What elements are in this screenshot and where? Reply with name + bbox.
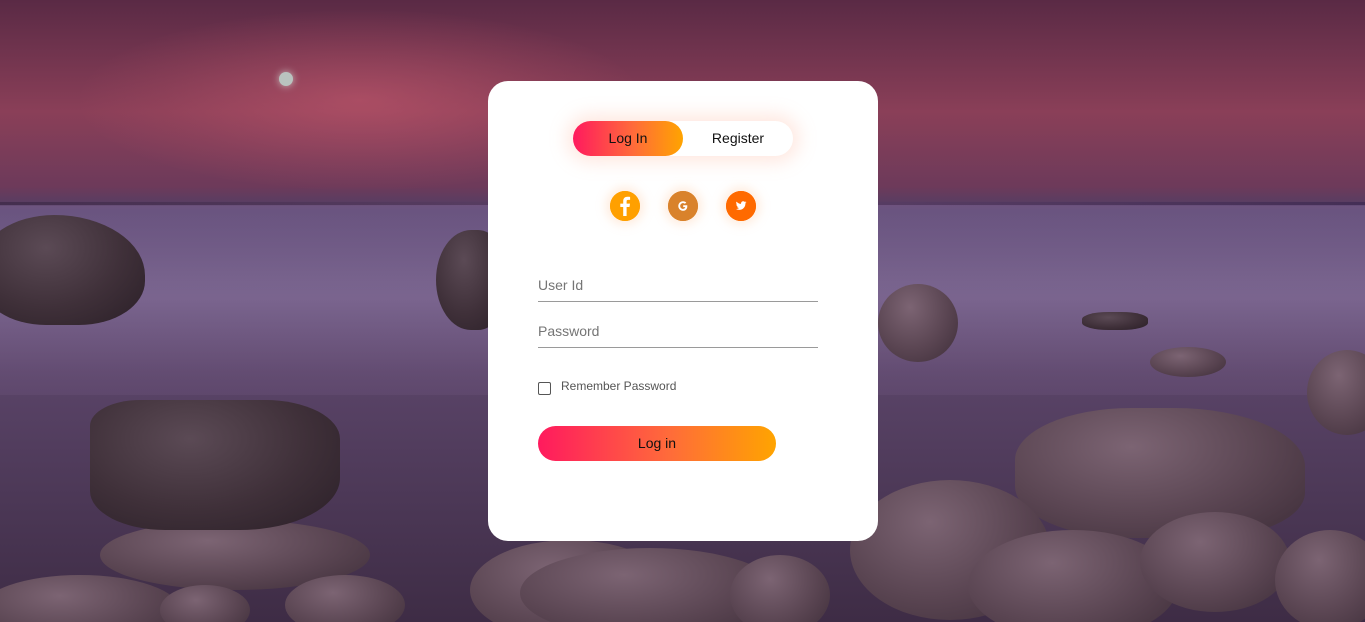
- rock: [1150, 347, 1226, 377]
- login-submit-button[interactable]: Log in: [538, 426, 776, 461]
- background-scene: Log In Register User Id Remember Passwor…: [0, 0, 1365, 622]
- remember-password-checkbox[interactable]: [538, 382, 551, 395]
- twitter-icon[interactable]: [726, 191, 756, 221]
- password-input[interactable]: [538, 317, 818, 345]
- rock: [160, 585, 250, 622]
- rock: [90, 400, 340, 530]
- rock: [1275, 530, 1365, 622]
- google-icon[interactable]: [668, 191, 698, 221]
- auth-mode-toggle: Log In Register: [573, 121, 793, 156]
- user-id-field-container: [538, 271, 818, 302]
- remember-password-label: Remember Password: [561, 379, 677, 393]
- user-id-input[interactable]: [538, 271, 818, 299]
- facebook-icon[interactable]: [610, 191, 640, 221]
- rock: [1015, 408, 1305, 538]
- rock: [1082, 312, 1148, 330]
- tab-login[interactable]: Log In: [573, 121, 683, 156]
- tab-register[interactable]: Register: [683, 121, 793, 156]
- rock: [730, 555, 830, 622]
- password-field-container: [538, 317, 818, 348]
- rock: [1140, 512, 1290, 612]
- rock: [878, 284, 958, 362]
- moon: [279, 72, 293, 86]
- login-card: Log In Register User Id Remember Passwor…: [488, 81, 878, 541]
